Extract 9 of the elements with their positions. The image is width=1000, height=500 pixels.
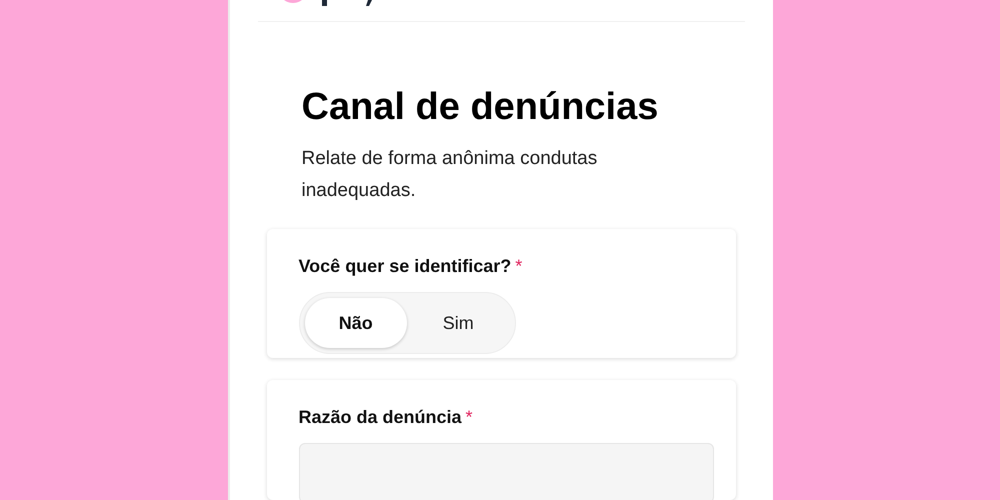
toggle-option[interactable]: Não bbox=[304, 298, 407, 348]
question-label: Razão da denúncia bbox=[298, 406, 462, 429]
page-title: Canal de denúncias bbox=[302, 84, 660, 130]
reason-select[interactable] bbox=[298, 443, 714, 500]
page-subtitle: Relate de forma anônima condutas inadequadas. bbox=[302, 147, 598, 204]
required-mark: * bbox=[466, 406, 473, 429]
toggle-option[interactable]: Sim bbox=[407, 298, 510, 348]
question-label: Você quer se identificar? bbox=[298, 255, 512, 278]
required-mark: * bbox=[515, 255, 522, 278]
